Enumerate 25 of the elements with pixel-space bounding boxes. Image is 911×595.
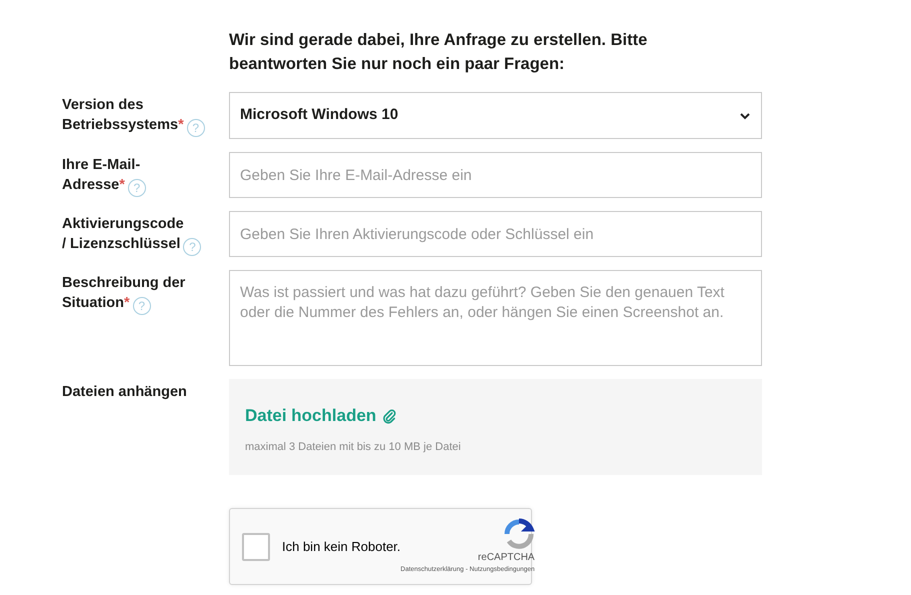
upload-link[interactable]: Datei hochladen [245,403,396,428]
help-icon[interactable]: ? [128,179,146,197]
field-label: Beschreibung der [62,275,186,291]
description-field[interactable]: Was ist passiert und was hat dazu geführt? Geben Sie den genauen Text oder die Nummer des Fehlers an, oder hängen Sie einen Screenshot an. [229,270,762,366]
input-field[interactable]: Geben Sie Ihren Aktivierungscode oder Schlüssel ein [229,211,762,257]
os-version-select[interactable]: Microsoft Windows 10 [229,92,762,139]
help-icon[interactable]: ? [183,238,202,256]
input-field[interactable]: Geben Sie Ihre E-Mail-Adresse ein [229,152,762,198]
captcha-label: Ich bin kein Roboter. [282,538,401,556]
field-label: Version des [62,97,144,113]
required-mark: * [124,295,130,311]
field-label: Adresse [62,177,120,193]
field-label: Dateien anhängen [62,384,187,400]
field-label: Situation [62,295,124,311]
help-icon[interactable]: ? [132,297,151,315]
required-mark: * [119,177,125,193]
required-mark: * [178,117,184,133]
field-label: / Lizenzschlüssel [62,236,180,252]
field-label: Ihre E-Mail- [62,157,140,173]
form-heading: Wir sind gerade dabei, Ihre Anfrage zu erstellen. Bitte beantworten Sie nur noch ein paar Fragen: [229,30,648,75]
recaptcha-brand: reCAPTCHA [478,551,535,566]
help-icon[interactable]: ? [186,119,205,137]
upload-hint: maximal 3 Dateien mit bis zu 10 MB je Datei [245,440,462,455]
field-label: Aktivierungscode [62,216,184,232]
field-label: Betriebssystems [62,117,178,133]
